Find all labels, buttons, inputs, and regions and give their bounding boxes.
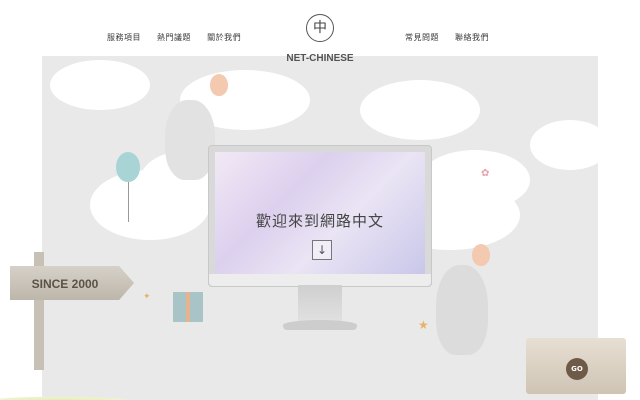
monitor-neck [298, 285, 342, 321]
go-button[interactable]: GO [566, 358, 588, 380]
logo-text[interactable]: NET-CHINESE [270, 53, 370, 64]
star-icon: ★ [418, 318, 429, 332]
scroll-down-button[interactable]: ↓ [312, 240, 332, 260]
monitor-stand [283, 320, 357, 330]
balloon-icon [210, 74, 228, 96]
balloon-icon [472, 244, 490, 266]
raccoon-illustration [436, 265, 488, 355]
since-sign-text: SINCE 2000 [31, 277, 99, 291]
gift-box-icon [173, 292, 203, 322]
cloud [420, 150, 530, 210]
balloon-string [128, 182, 129, 222]
nav-item-faq[interactable]: 常見問題 [405, 32, 439, 43]
site-logo[interactable]: 中 NET-CHINESE [286, 14, 354, 64]
hero-title: 歡迎來到網路中文 [255, 212, 384, 230]
site-header: 服務項目 熱門議題 關於我們 中 NET-CHINESE 常見問題 聯絡我們 [0, 0, 640, 64]
flower-icon: ✿ [481, 168, 490, 179]
star-icon: ✦ [143, 292, 151, 302]
logo-mark-icon[interactable]: 中 [306, 14, 334, 42]
nav-item-about[interactable]: 關於我們 [207, 32, 241, 43]
nav-right: 常見問題 聯絡我們 [405, 32, 502, 43]
monitor-screen: 歡迎來到網路中文 ↓ [215, 152, 425, 274]
cloud [530, 120, 610, 170]
since-sign: SINCE 2000 [10, 266, 134, 300]
balloon-icon [116, 152, 140, 182]
nav-item-contact[interactable]: 聯絡我們 [455, 32, 489, 43]
cloud [360, 80, 480, 140]
cloud [50, 60, 150, 110]
monitor: 歡迎來到網路中文 ↓ [208, 145, 432, 287]
nav-item-services[interactable]: 服務項目 [107, 32, 141, 43]
nav-item-topics[interactable]: 熱門議題 [157, 32, 191, 43]
nav-left: 服務項目 熱門議題 關於我們 [107, 32, 254, 43]
